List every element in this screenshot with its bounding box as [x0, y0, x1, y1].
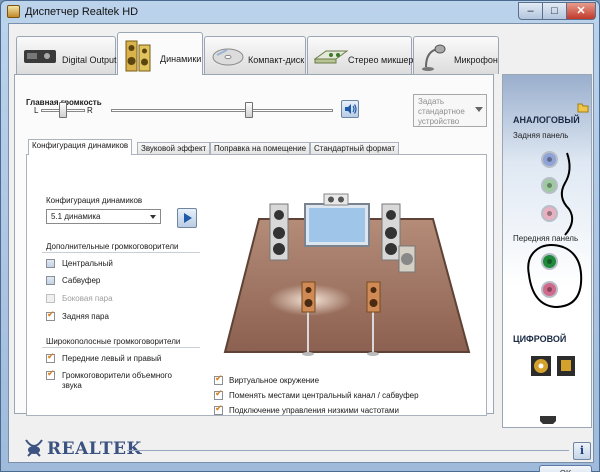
digital-title: ЦИФРОВОЙ — [513, 334, 567, 344]
extra-speakers-title: Дополнительные громкоговорители — [46, 242, 179, 251]
tab-digital-output[interactable]: Digital Output — [16, 36, 117, 74]
tab-label: Digital Output — [62, 55, 117, 65]
chevron-down-icon — [150, 215, 156, 219]
speaker-config-label: Конфигурация динамиков — [46, 196, 143, 205]
app-icon — [7, 5, 20, 18]
surround-checkbox-label: Громкоговорители объемного звука — [62, 371, 172, 390]
realtek-logo: REALTEK — [47, 439, 142, 459]
surround-checkbox[interactable] — [46, 369, 55, 380]
ok-button[interactable]: OK — [539, 465, 592, 472]
swap-center-sub-checkbox[interactable] — [214, 389, 223, 400]
maximize-button[interactable]: □ — [542, 2, 567, 20]
speaker-config-value: 5.1 динамика — [51, 212, 101, 221]
cd-icon — [212, 48, 244, 66]
tab-speakers[interactable]: Динамики — [117, 32, 203, 75]
side-pair-checkbox-label: Боковая пара — [62, 294, 113, 303]
fullrange-title: Широкополосные громкоговорители — [46, 337, 181, 346]
stereo-mix-icon — [314, 50, 348, 64]
front-lr-checkbox-label: Передние левый и правый — [62, 354, 162, 363]
subtab-speaker-config[interactable]: Конфигурация динамиков — [28, 139, 133, 155]
speaker-config-select[interactable]: 5.1 динамика — [46, 209, 161, 224]
tab-label: Динамики — [160, 54, 202, 64]
chevron-down-icon — [475, 107, 483, 112]
hdmi-connector-icon[interactable] — [539, 415, 557, 425]
subwoofer-checkbox[interactable] — [46, 276, 55, 285]
coaxial-connector-icon[interactable] — [530, 355, 552, 377]
balance-right-label: R — [87, 106, 93, 115]
footer-divider — [127, 450, 569, 451]
realtek-window: Диспетчер Realtek HD – □ ✕ Digital Outpu… — [0, 0, 600, 472]
center-checkbox-label: Центральный — [62, 259, 113, 268]
tab-label: Микрофон — [454, 55, 498, 65]
connector-panel: АНАЛОГОВЫЙ Задняя панель Передняя панель… — [502, 74, 592, 428]
volume-slider-thumb[interactable] — [244, 102, 253, 118]
tab-stereo-mix[interactable]: Стерео микшер — [307, 36, 414, 74]
microphone-icon — [422, 44, 446, 71]
tab-label: Компакт-диск — [248, 55, 305, 65]
bass-management-checkbox[interactable] — [214, 404, 223, 415]
balance-left-label: L — [34, 106, 39, 115]
virtual-surround-checkbox[interactable] — [214, 374, 223, 385]
swap-center-sub-label: Поменять местами центральный канал / саб… — [229, 391, 419, 400]
minimize-button[interactable]: – — [518, 2, 543, 20]
title-bar: Диспетчер Realtek HD – □ ✕ — [1, 1, 599, 23]
tab-microphone[interactable]: Микрофон — [413, 36, 499, 74]
subwoofer-checkbox-label: Сабвуфер — [62, 276, 101, 285]
speakers-icon — [125, 40, 151, 72]
set-default-device-label: Задать стандартное устройство — [418, 97, 465, 126]
bass-management-label: Подключение управления низкими частотами — [229, 406, 399, 415]
info-button[interactable]: i — [573, 442, 591, 460]
front-lr-checkbox[interactable] — [46, 352, 55, 363]
hand-drawn-annotation — [527, 152, 583, 309]
side-pair-checkbox — [46, 294, 55, 303]
digital-output-icon — [24, 50, 56, 63]
optical-connector-icon[interactable] — [556, 355, 576, 377]
set-default-device-button[interactable]: Задать стандартное устройство — [413, 94, 487, 127]
divider — [42, 252, 200, 253]
window-title: Диспетчер Realtek HD — [25, 6, 139, 18]
rear-pair-checkbox[interactable] — [46, 310, 55, 321]
speaker-volume-icon — [345, 104, 357, 114]
play-test-button[interactable] — [177, 208, 197, 228]
mute-button[interactable] — [341, 100, 359, 118]
close-button[interactable]: ✕ — [566, 2, 596, 20]
tab-label: Стерео микшер — [348, 55, 414, 65]
divider — [42, 347, 200, 348]
tab-cd[interactable]: Компакт-диск — [204, 36, 306, 74]
virtual-surround-label: Виртуальное окружение — [229, 376, 320, 385]
speaker-layout-illustration[interactable] — [207, 164, 485, 368]
center-checkbox[interactable] — [46, 259, 55, 268]
client-area: Digital Output Динамики Компакт-диск Сте… — [8, 23, 594, 472]
rear-pair-checkbox-label: Задняя пара — [62, 312, 109, 321]
realtek-crab-logo-icon — [25, 439, 43, 457]
balance-slider-thumb[interactable] — [59, 102, 67, 118]
volume-slider-track[interactable] — [111, 109, 333, 112]
